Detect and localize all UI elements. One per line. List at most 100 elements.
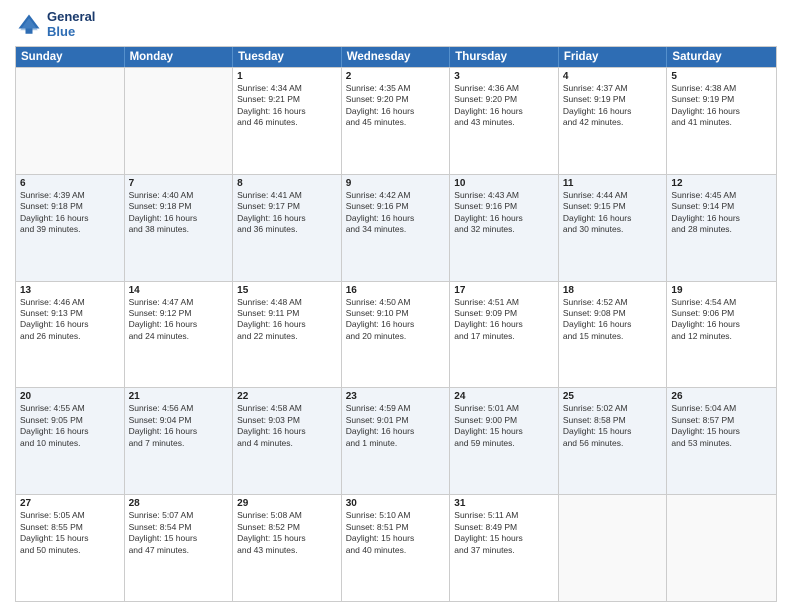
calendar-row: 13Sunrise: 4:46 AM Sunset: 9:13 PM Dayli… (16, 281, 776, 388)
calendar-cell: 21Sunrise: 4:56 AM Sunset: 9:04 PM Dayli… (125, 388, 234, 494)
calendar-cell: 31Sunrise: 5:11 AM Sunset: 8:49 PM Dayli… (450, 495, 559, 601)
calendar-cell (667, 495, 776, 601)
cell-info: Sunrise: 4:50 AM Sunset: 9:10 PM Dayligh… (346, 297, 446, 343)
cell-info: Sunrise: 5:02 AM Sunset: 8:58 PM Dayligh… (563, 403, 663, 449)
calendar-cell: 4Sunrise: 4:37 AM Sunset: 9:19 PM Daylig… (559, 68, 668, 174)
cell-info: Sunrise: 5:11 AM Sunset: 8:49 PM Dayligh… (454, 510, 554, 556)
day-number: 20 (20, 391, 120, 402)
day-number: 31 (454, 498, 554, 509)
calendar-cell: 24Sunrise: 5:01 AM Sunset: 9:00 PM Dayli… (450, 388, 559, 494)
calendar-cell (16, 68, 125, 174)
day-number: 17 (454, 285, 554, 296)
calendar-cell: 14Sunrise: 4:47 AM Sunset: 9:12 PM Dayli… (125, 282, 234, 388)
cell-info: Sunrise: 5:04 AM Sunset: 8:57 PM Dayligh… (671, 403, 772, 449)
header: General Blue (15, 10, 777, 40)
day-number: 26 (671, 391, 772, 402)
cell-info: Sunrise: 5:10 AM Sunset: 8:51 PM Dayligh… (346, 510, 446, 556)
day-number: 7 (129, 178, 229, 189)
calendar-cell: 17Sunrise: 4:51 AM Sunset: 9:09 PM Dayli… (450, 282, 559, 388)
day-number: 22 (237, 391, 337, 402)
calendar-row: 20Sunrise: 4:55 AM Sunset: 9:05 PM Dayli… (16, 387, 776, 494)
calendar-cell: 22Sunrise: 4:58 AM Sunset: 9:03 PM Dayli… (233, 388, 342, 494)
day-number: 8 (237, 178, 337, 189)
calendar-cell: 30Sunrise: 5:10 AM Sunset: 8:51 PM Dayli… (342, 495, 451, 601)
cell-info: Sunrise: 4:34 AM Sunset: 9:21 PM Dayligh… (237, 83, 337, 129)
cell-info: Sunrise: 4:47 AM Sunset: 9:12 PM Dayligh… (129, 297, 229, 343)
logo-text: General Blue (47, 10, 95, 40)
calendar-cell: 1Sunrise: 4:34 AM Sunset: 9:21 PM Daylig… (233, 68, 342, 174)
day-number: 25 (563, 391, 663, 402)
cell-info: Sunrise: 4:40 AM Sunset: 9:18 PM Dayligh… (129, 190, 229, 236)
cell-info: Sunrise: 5:08 AM Sunset: 8:52 PM Dayligh… (237, 510, 337, 556)
cell-info: Sunrise: 4:43 AM Sunset: 9:16 PM Dayligh… (454, 190, 554, 236)
calendar-cell: 11Sunrise: 4:44 AM Sunset: 9:15 PM Dayli… (559, 175, 668, 281)
cell-info: Sunrise: 4:45 AM Sunset: 9:14 PM Dayligh… (671, 190, 772, 236)
calendar-header-cell: Thursday (450, 47, 559, 67)
calendar-cell: 3Sunrise: 4:36 AM Sunset: 9:20 PM Daylig… (450, 68, 559, 174)
calendar-row: 1Sunrise: 4:34 AM Sunset: 9:21 PM Daylig… (16, 67, 776, 174)
calendar-cell: 25Sunrise: 5:02 AM Sunset: 8:58 PM Dayli… (559, 388, 668, 494)
calendar-header-row: SundayMondayTuesdayWednesdayThursdayFrid… (16, 47, 776, 67)
cell-info: Sunrise: 4:41 AM Sunset: 9:17 PM Dayligh… (237, 190, 337, 236)
calendar-cell (559, 495, 668, 601)
calendar-cell: 8Sunrise: 4:41 AM Sunset: 9:17 PM Daylig… (233, 175, 342, 281)
day-number: 10 (454, 178, 554, 189)
cell-info: Sunrise: 4:36 AM Sunset: 9:20 PM Dayligh… (454, 83, 554, 129)
calendar-cell (125, 68, 234, 174)
day-number: 15 (237, 285, 337, 296)
day-number: 29 (237, 498, 337, 509)
calendar-cell: 10Sunrise: 4:43 AM Sunset: 9:16 PM Dayli… (450, 175, 559, 281)
cell-info: Sunrise: 4:56 AM Sunset: 9:04 PM Dayligh… (129, 403, 229, 449)
day-number: 30 (346, 498, 446, 509)
cell-info: Sunrise: 4:48 AM Sunset: 9:11 PM Dayligh… (237, 297, 337, 343)
cell-info: Sunrise: 4:37 AM Sunset: 9:19 PM Dayligh… (563, 83, 663, 129)
calendar-cell: 28Sunrise: 5:07 AM Sunset: 8:54 PM Dayli… (125, 495, 234, 601)
calendar-header-cell: Saturday (667, 47, 776, 67)
cell-info: Sunrise: 4:55 AM Sunset: 9:05 PM Dayligh… (20, 403, 120, 449)
cell-info: Sunrise: 4:44 AM Sunset: 9:15 PM Dayligh… (563, 190, 663, 236)
day-number: 5 (671, 71, 772, 82)
calendar-cell: 5Sunrise: 4:38 AM Sunset: 9:19 PM Daylig… (667, 68, 776, 174)
calendar-cell: 6Sunrise: 4:39 AM Sunset: 9:18 PM Daylig… (16, 175, 125, 281)
day-number: 3 (454, 71, 554, 82)
cell-info: Sunrise: 4:59 AM Sunset: 9:01 PM Dayligh… (346, 403, 446, 449)
day-number: 21 (129, 391, 229, 402)
calendar-cell: 27Sunrise: 5:05 AM Sunset: 8:55 PM Dayli… (16, 495, 125, 601)
cell-info: Sunrise: 5:01 AM Sunset: 9:00 PM Dayligh… (454, 403, 554, 449)
calendar-body: 1Sunrise: 4:34 AM Sunset: 9:21 PM Daylig… (16, 67, 776, 601)
day-number: 12 (671, 178, 772, 189)
day-number: 23 (346, 391, 446, 402)
day-number: 27 (20, 498, 120, 509)
calendar-cell: 9Sunrise: 4:42 AM Sunset: 9:16 PM Daylig… (342, 175, 451, 281)
calendar-header-cell: Friday (559, 47, 668, 67)
calendar-cell: 16Sunrise: 4:50 AM Sunset: 9:10 PM Dayli… (342, 282, 451, 388)
cell-info: Sunrise: 4:35 AM Sunset: 9:20 PM Dayligh… (346, 83, 446, 129)
day-number: 28 (129, 498, 229, 509)
calendar-cell: 7Sunrise: 4:40 AM Sunset: 9:18 PM Daylig… (125, 175, 234, 281)
page: General Blue SundayMondayTuesdayWednesda… (0, 0, 792, 612)
calendar-cell: 18Sunrise: 4:52 AM Sunset: 9:08 PM Dayli… (559, 282, 668, 388)
calendar-cell: 12Sunrise: 4:45 AM Sunset: 9:14 PM Dayli… (667, 175, 776, 281)
cell-info: Sunrise: 5:05 AM Sunset: 8:55 PM Dayligh… (20, 510, 120, 556)
calendar-row: 6Sunrise: 4:39 AM Sunset: 9:18 PM Daylig… (16, 174, 776, 281)
logo-icon (15, 11, 43, 39)
calendar-cell: 2Sunrise: 4:35 AM Sunset: 9:20 PM Daylig… (342, 68, 451, 174)
day-number: 14 (129, 285, 229, 296)
day-number: 18 (563, 285, 663, 296)
calendar-cell: 15Sunrise: 4:48 AM Sunset: 9:11 PM Dayli… (233, 282, 342, 388)
day-number: 4 (563, 71, 663, 82)
cell-info: Sunrise: 4:39 AM Sunset: 9:18 PM Dayligh… (20, 190, 120, 236)
day-number: 16 (346, 285, 446, 296)
cell-info: Sunrise: 4:42 AM Sunset: 9:16 PM Dayligh… (346, 190, 446, 236)
calendar-cell: 19Sunrise: 4:54 AM Sunset: 9:06 PM Dayli… (667, 282, 776, 388)
cell-info: Sunrise: 4:58 AM Sunset: 9:03 PM Dayligh… (237, 403, 337, 449)
cell-info: Sunrise: 5:07 AM Sunset: 8:54 PM Dayligh… (129, 510, 229, 556)
day-number: 24 (454, 391, 554, 402)
calendar-cell: 29Sunrise: 5:08 AM Sunset: 8:52 PM Dayli… (233, 495, 342, 601)
logo: General Blue (15, 10, 95, 40)
calendar-header-cell: Monday (125, 47, 234, 67)
calendar: SundayMondayTuesdayWednesdayThursdayFrid… (15, 46, 777, 602)
calendar-header-cell: Sunday (16, 47, 125, 67)
calendar-cell: 26Sunrise: 5:04 AM Sunset: 8:57 PM Dayli… (667, 388, 776, 494)
cell-info: Sunrise: 4:46 AM Sunset: 9:13 PM Dayligh… (20, 297, 120, 343)
